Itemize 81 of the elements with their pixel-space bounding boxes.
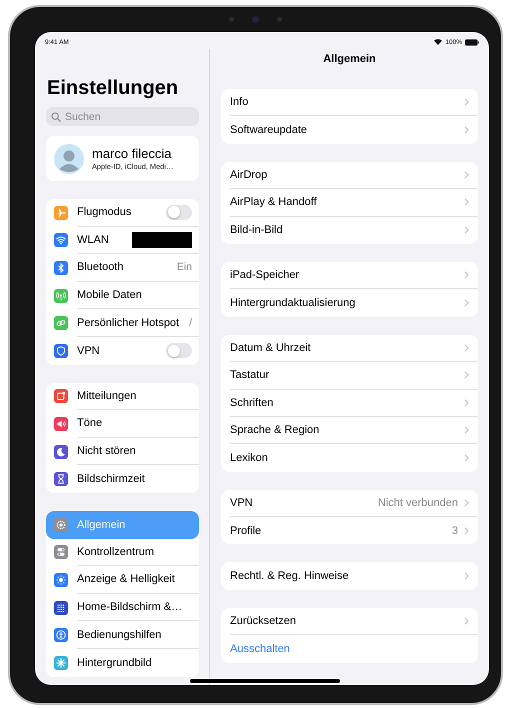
- camera-dot: [229, 17, 234, 22]
- list-action[interactable]: Ausschalten: [230, 635, 478, 663]
- sidebar-title: Einstellungen: [47, 77, 180, 99]
- sidebar-item[interactable]: Anzeige & Helligkeit: [46, 566, 199, 594]
- battery-icon: [465, 38, 479, 46]
- list-row[interactable]: Hintergrundaktualisierung: [230, 289, 478, 317]
- row-label: Info: [230, 96, 248, 108]
- sidebar-item[interactable]: Töne: [46, 410, 199, 438]
- row-label: Profile: [230, 524, 262, 537]
- search-field[interactable]: Suchen: [46, 107, 199, 126]
- row-label: AirPlay & Handoff: [230, 196, 317, 208]
- chevron-icon: [464, 398, 469, 407]
- row-label: Zurücksetzen: [230, 615, 296, 628]
- sidebar-item[interactable]: Mitteilungen: [46, 382, 199, 410]
- profile-name: marco fileccia: [92, 146, 172, 161]
- chevron-icon: [464, 226, 469, 234]
- list-row[interactable]: Bild-in-Bild: [230, 216, 478, 244]
- chevron-icon: [464, 572, 469, 580]
- sidebar-item[interactable]: Hintergrundbild: [46, 648, 199, 676]
- item-value: /: [189, 316, 192, 329]
- row-label: Lexikon: [230, 452, 268, 464]
- chevron-icon: [464, 170, 469, 179]
- page-title: Allgemein: [322, 53, 377, 65]
- row-label: VPN: [230, 496, 253, 509]
- sidebar-item[interactable]: WLAN: [46, 226, 199, 254]
- list-row[interactable]: Sprache & Region: [230, 416, 478, 444]
- list-row[interactable]: AirPlay & Handoff: [230, 189, 478, 217]
- sidebar-item[interactable]: Bluetooth Ein: [46, 254, 199, 282]
- sidebar-item[interactable]: Persönlicher Hotspot /: [46, 309, 199, 337]
- row-label: Rechtl. & Reg. Hinweise: [230, 570, 349, 582]
- row-label: Bild-in-Bild: [230, 224, 283, 236]
- chevron-icon: [464, 271, 469, 280]
- search-icon: [51, 112, 61, 122]
- list-row[interactable]: Info: [230, 89, 478, 116]
- toggle-switch[interactable]: [166, 204, 192, 220]
- list-row[interactable]: iPad-Speicher: [230, 262, 478, 290]
- redaction-block: [132, 232, 192, 248]
- wifi-icon: [434, 39, 442, 45]
- chevron-icon: [464, 344, 469, 352]
- chevron-icon: [464, 299, 469, 308]
- chevron-icon: [464, 126, 469, 134]
- toggle-switch[interactable]: [166, 343, 192, 358]
- sidebar-item[interactable]: Home-Bildschirm &…: [46, 594, 199, 622]
- row-label: AirDrop: [230, 168, 268, 181]
- list-row[interactable]: Profile 3: [230, 517, 478, 544]
- sidebar-item[interactable]: Bedienungshilfen: [46, 621, 199, 649]
- avatar-icon: [54, 144, 84, 174]
- chevron-icon: [464, 617, 469, 626]
- row-value: 3: [452, 524, 458, 537]
- row-label: Softwareupdate: [230, 124, 308, 136]
- chevron-icon: [464, 526, 469, 535]
- row-label: iPad-Speicher: [230, 269, 300, 282]
- sidebar-item[interactable]: Nicht stören: [46, 438, 199, 466]
- sidebar-item[interactable]: VPN: [46, 336, 199, 365]
- sidebar-item[interactable]: Bildschirmzeit: [46, 465, 199, 493]
- row-label: Schriften: [230, 396, 274, 409]
- list-row[interactable]: VPN Nicht verbunden: [230, 490, 478, 518]
- chevron-icon: [464, 426, 469, 434]
- list-row[interactable]: Softwareupdate: [230, 116, 478, 144]
- sidebar-item[interactable]: Mobile Daten: [46, 282, 199, 310]
- list-row[interactable]: Schriften: [230, 390, 478, 417]
- list-row[interactable]: Lexikon: [230, 444, 478, 472]
- chevron-icon: [464, 98, 469, 106]
- list-row[interactable]: Tastatur: [230, 362, 478, 390]
- chevron-icon: [464, 498, 469, 507]
- row-label: Datum & Uhrzeit: [230, 342, 311, 354]
- item-value: Ein: [176, 261, 192, 274]
- row-label: Tastatur: [230, 369, 270, 382]
- chevron-icon: [464, 198, 469, 206]
- list-row[interactable]: Datum & Uhrzeit: [230, 334, 478, 362]
- sidebar-item[interactable]: Flugmodus: [46, 199, 199, 227]
- chevron-icon: [464, 371, 469, 380]
- list-row[interactable]: Zurücksetzen: [230, 608, 478, 636]
- row-label: Hintergrundaktualisierung: [230, 297, 356, 310]
- row-value: Nicht verbunden: [378, 496, 458, 509]
- camera-lens: [252, 16, 259, 23]
- sensor-dot: [277, 17, 282, 22]
- row-label: Sprache & Region: [230, 424, 320, 436]
- chevron-icon: [464, 454, 469, 462]
- list-row[interactable]: AirDrop: [230, 162, 478, 190]
- sidebar-item[interactable]: Kontrollzentrum: [46, 538, 199, 566]
